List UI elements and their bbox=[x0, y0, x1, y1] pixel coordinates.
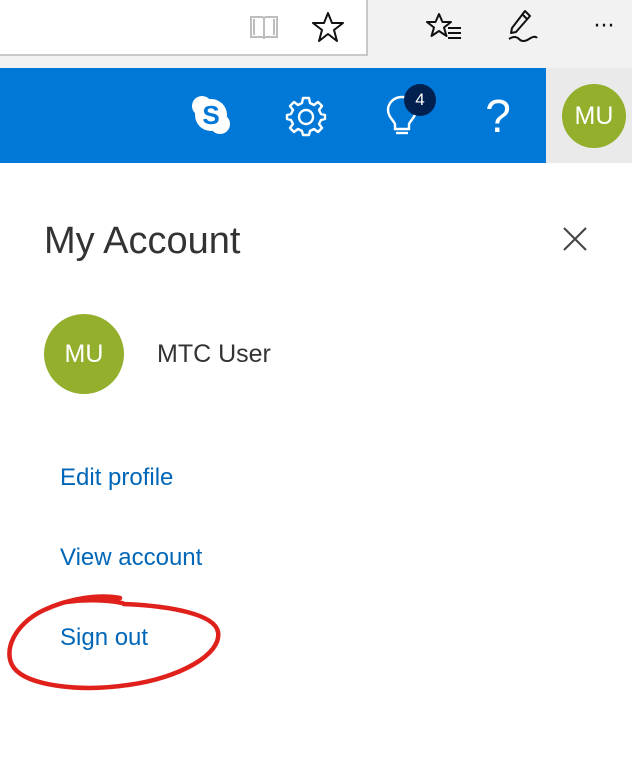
edit-profile-link[interactable]: Edit profile bbox=[60, 462, 173, 494]
help-question-icon[interactable]: ? bbox=[476, 90, 520, 142]
close-button[interactable] bbox=[558, 222, 592, 256]
svg-text:S: S bbox=[202, 100, 219, 130]
reading-view-icon[interactable] bbox=[244, 10, 284, 46]
web-note-pen-icon[interactable] bbox=[502, 6, 542, 46]
panel-title: My Account bbox=[44, 220, 241, 262]
browser-toolbar: ··· bbox=[0, 0, 632, 68]
favorite-star-icon[interactable] bbox=[308, 8, 348, 46]
favorites-hub-icon[interactable] bbox=[422, 8, 466, 46]
header-avatar[interactable]: MU bbox=[562, 84, 626, 148]
view-account-link[interactable]: View account bbox=[60, 542, 202, 574]
notification-count-badge: 4 bbox=[404, 84, 436, 116]
skype-icon[interactable]: S bbox=[188, 92, 234, 138]
close-icon bbox=[563, 227, 587, 251]
settings-gear-icon[interactable] bbox=[282, 92, 330, 140]
user-name: MTC User bbox=[157, 340, 271, 368]
more-dots-icon[interactable]: ··· bbox=[582, 6, 626, 46]
sign-out-link[interactable]: Sign out bbox=[60, 622, 148, 654]
user-avatar: MU bbox=[44, 314, 124, 394]
